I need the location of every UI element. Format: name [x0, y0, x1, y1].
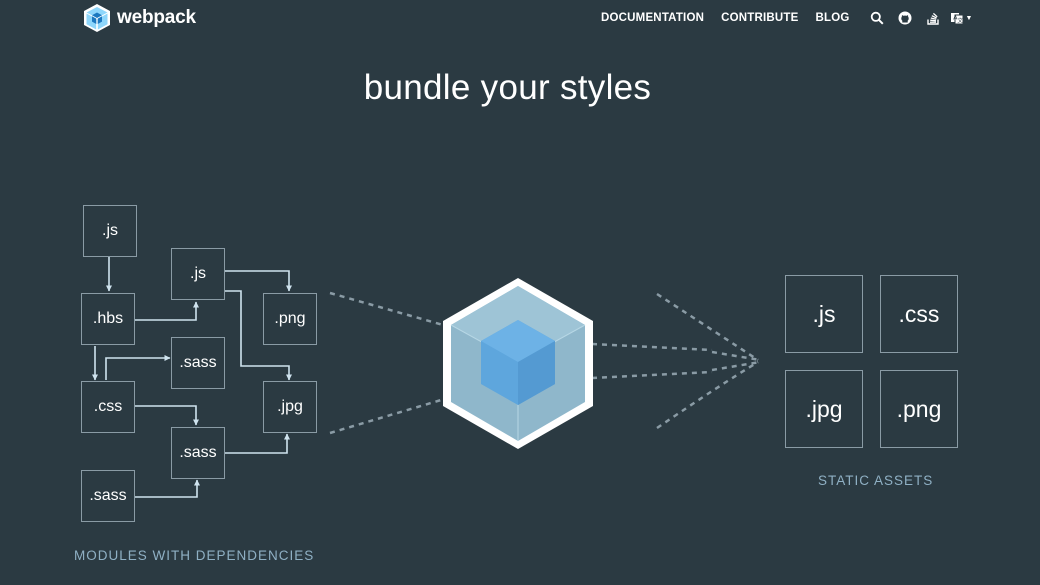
module-hbs: .hbs — [81, 293, 135, 345]
module-png: .png — [263, 293, 317, 345]
module-css: .css — [81, 381, 135, 433]
arrow-css-sass2 — [132, 405, 199, 426]
arrow-sass3-sass2 — [133, 479, 200, 498]
arrow-js2-png — [225, 270, 292, 292]
arrow-css-sass1 — [105, 355, 171, 380]
assets-caption: STATIC ASSETS — [818, 473, 934, 488]
modules-caption: MODULES WITH DEPENDENCIES — [74, 548, 315, 563]
webpack-homepage: webpack DOCUMENTATION CONTRIBUTE BLOG A … — [0, 0, 1040, 585]
arrow-hbs-js2 — [132, 301, 199, 321]
module-jpg: .jpg — [263, 381, 317, 433]
module-sass: .sass — [81, 470, 135, 522]
module-js: .js — [83, 205, 137, 257]
module-sass: .sass — [171, 427, 225, 479]
module-js: .js — [171, 248, 225, 300]
webpack-cube-icon — [443, 278, 593, 449]
module-sass: .sass — [171, 337, 225, 389]
asset-png: .png — [880, 370, 958, 448]
asset-css: .css — [880, 275, 958, 353]
arrow-sass2-jpg — [222, 433, 290, 454]
asset-jpg: .jpg — [785, 370, 863, 448]
asset-js: .js — [785, 275, 863, 353]
